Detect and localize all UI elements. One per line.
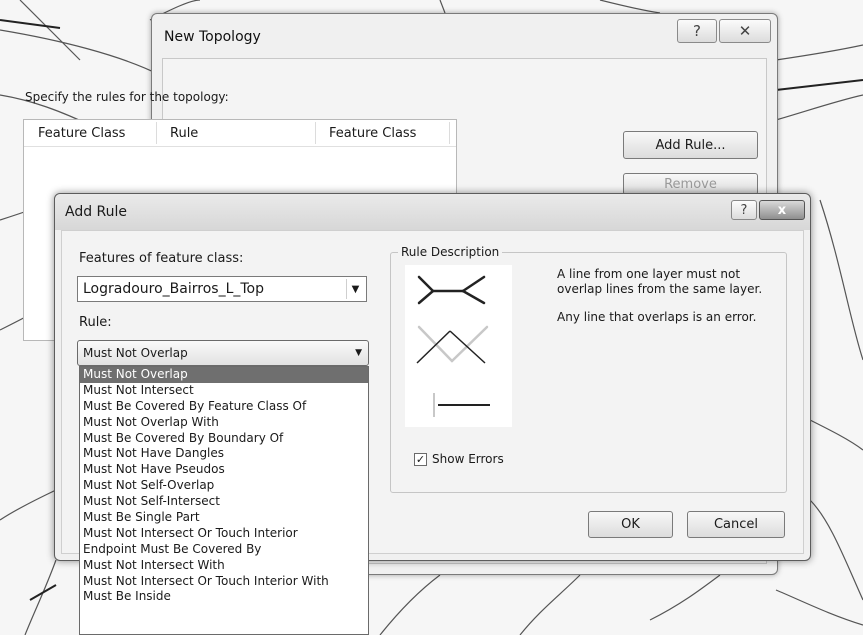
features-label: Features of feature class: <box>79 251 244 266</box>
question-icon: ? <box>693 22 701 40</box>
ok-button[interactable]: OK <box>588 511 673 538</box>
list-item[interactable]: Must Not Intersect Or Touch Interior Wit… <box>80 574 368 590</box>
dialog-close-button[interactable]: x <box>759 200 805 220</box>
close-icon: x <box>777 202 787 218</box>
list-item[interactable]: Must Not Intersect Or Touch Interior <box>80 526 368 542</box>
list-item[interactable]: Must Be Covered By Feature Class Of <box>80 399 368 415</box>
list-item[interactable]: Must Not Self-Intersect <box>80 494 368 510</box>
list-item[interactable]: Must Not Self-Overlap <box>80 478 368 494</box>
question-icon: ? <box>740 202 748 218</box>
rule-description-text: A line from one layer must not overlap l… <box>557 267 787 338</box>
feature-class-select[interactable]: Logradouro_Bairros_L_Top ▼ <box>77 276 367 302</box>
list-item[interactable]: Must Be Inside <box>80 589 368 605</box>
description-line-1: A line from one layer must not overlap l… <box>557 267 763 296</box>
chevron-down-icon: ▼ <box>355 348 362 358</box>
list-item[interactable]: Must Be Single Part <box>80 510 368 526</box>
list-item[interactable]: Must Not Overlap With <box>80 415 368 431</box>
close-button[interactable]: ✕ <box>719 19 771 43</box>
list-item[interactable]: Must Not Have Dangles <box>80 446 368 462</box>
rule-select[interactable]: Must Not Overlap ▼ <box>77 340 369 366</box>
description-line-2: Any line that overlaps is an error. <box>557 310 757 324</box>
rule-diagram-image <box>405 265 512 427</box>
dialog-titlebar: Add Rule ? x <box>55 194 810 230</box>
chevron-down-icon: ▼ <box>346 279 364 299</box>
list-item[interactable]: Must Not Intersect With <box>80 558 368 574</box>
list-item[interactable]: Endpoint Must Be Covered By <box>80 542 368 558</box>
topology-instruction: Specify the rules for the topology: <box>25 90 229 104</box>
add-rule-button[interactable]: Add Rule... <box>623 131 758 159</box>
cancel-button[interactable]: Cancel <box>687 511 785 538</box>
dialog-help-button[interactable]: ? <box>731 200 757 220</box>
rules-table-header: Feature Class Rule Feature Class <box>24 120 456 147</box>
rule-select-value: Must Not Overlap <box>83 346 188 360</box>
show-errors-checkbox[interactable]: ✓ <box>414 453 427 466</box>
column-header-feature-class-2[interactable]: Feature Class <box>329 126 416 141</box>
feature-class-value: Logradouro_Bairros_L_Top <box>83 281 264 297</box>
list-item[interactable]: Must Not Overlap <box>80 367 368 383</box>
list-item[interactable]: Must Be Covered By Boundary Of <box>80 431 368 447</box>
check-icon: ✓ <box>415 453 426 466</box>
list-item[interactable]: Must Not Have Pseudos <box>80 462 368 478</box>
column-header-rule[interactable]: Rule <box>170 126 198 141</box>
dialog-title: Add Rule <box>65 204 128 220</box>
close-icon: ✕ <box>738 22 752 40</box>
window-title: New Topology <box>164 29 261 45</box>
remove-button[interactable]: Remove <box>623 173 758 195</box>
help-button[interactable]: ? <box>677 19 717 43</box>
list-item[interactable]: Must Not Intersect <box>80 383 368 399</box>
rule-dropdown-list[interactable]: Must Not Overlap Must Not Intersect Must… <box>79 366 369 635</box>
rule-description-title: Rule Description <box>398 245 503 259</box>
column-header-feature-class[interactable]: Feature Class <box>38 126 125 141</box>
show-errors-label[interactable]: Show Errors <box>432 452 504 466</box>
rule-label: Rule: <box>79 315 112 330</box>
